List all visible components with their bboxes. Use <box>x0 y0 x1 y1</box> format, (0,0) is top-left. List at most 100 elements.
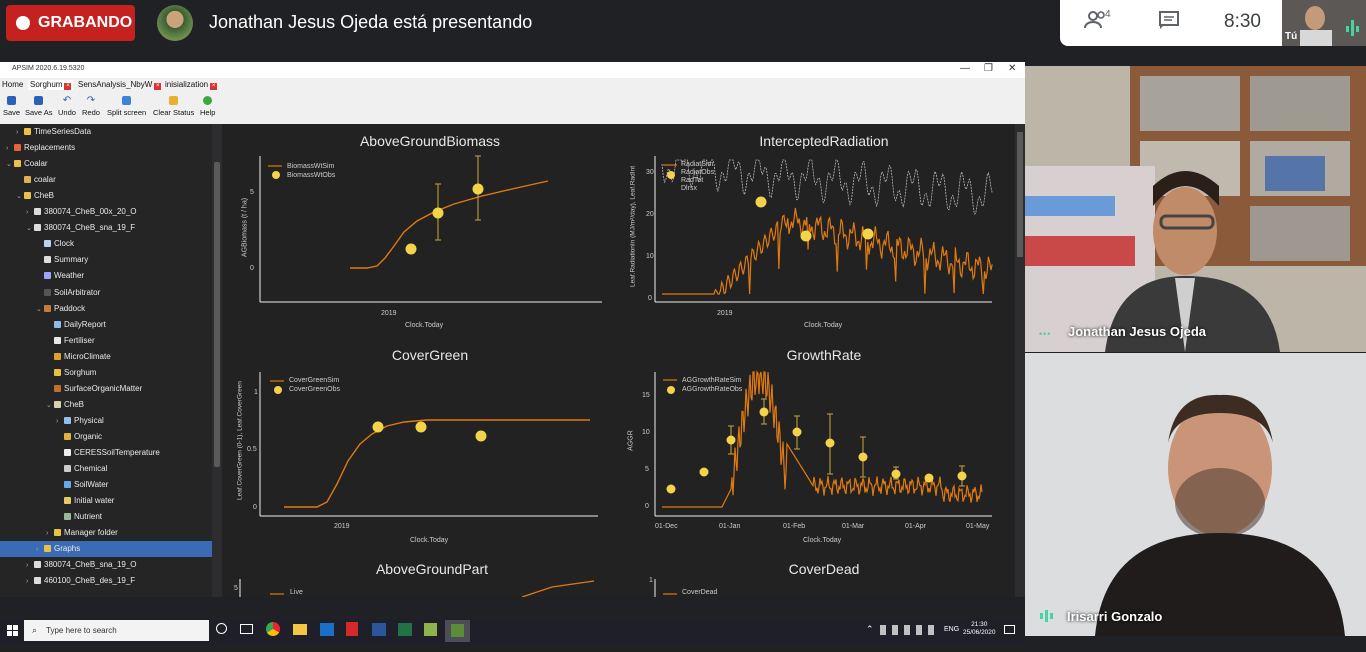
expand-arrow-icon[interactable]: ⌄ <box>36 303 44 317</box>
tree-node[interactable]: Chemical <box>56 462 107 476</box>
ytick-cd: 1 <box>649 577 653 584</box>
ytick-ir-20: 20 <box>646 211 654 218</box>
tree-node[interactable]: DailyReport <box>46 318 106 332</box>
tree-node[interactable]: › Manager folder <box>46 526 118 540</box>
tree-node[interactable]: Nutrient <box>56 510 102 524</box>
help-button[interactable]: Help <box>200 96 215 117</box>
taskbar-search-input[interactable]: Type here to search <box>24 620 209 641</box>
tree-node[interactable]: › Replacements <box>6 141 75 155</box>
tree-node[interactable]: coalar <box>16 173 56 187</box>
tree-node-label: Chemical <box>74 464 108 474</box>
tab-home[interactable]: Home <box>2 80 23 89</box>
more-options-icon[interactable]: ••• <box>1039 329 1051 339</box>
tree-node[interactable]: Initial water <box>56 494 114 508</box>
minimize-button[interactable]: — <box>960 63 970 74</box>
acrobat-icon[interactable] <box>346 622 358 636</box>
tab-sorghum[interactable]: Sorghum × <box>28 80 74 90</box>
tree-node[interactable]: ⌄ Paddock <box>36 302 85 316</box>
tab-sensanalysis[interactable]: SensAnalysis_NbyW × <box>78 80 162 90</box>
expand-arrow-icon[interactable]: › <box>6 142 14 156</box>
node-icon <box>24 176 31 184</box>
expand-arrow-icon[interactable]: › <box>26 559 34 573</box>
task-view-icon[interactable] <box>240 624 253 634</box>
ir-sim-line <box>662 207 993 295</box>
tree-node[interactable]: › 380074_CheB_sna_19_O <box>26 558 137 572</box>
save-as-icon <box>34 96 44 105</box>
tree-node[interactable]: › 380074_CheB_00x_20_O <box>26 205 137 219</box>
graphs-scroll-thumb[interactable] <box>1017 132 1023 257</box>
expand-arrow-icon[interactable]: ⌄ <box>16 190 24 204</box>
save-button[interactable]: Save <box>3 96 20 117</box>
excel-icon[interactable] <box>398 623 412 636</box>
tree-node[interactable]: Clock <box>36 237 74 251</box>
tab-inisialization[interactable]: inisialization × <box>165 80 218 90</box>
notes-icon[interactable] <box>424 623 437 636</box>
close-tab-icon[interactable]: × <box>64 83 72 90</box>
expand-arrow-icon[interactable]: › <box>26 206 34 220</box>
participant-video-2[interactable] <box>1025 353 1366 636</box>
maximize-button[interactable]: ❐ <box>984 63 993 74</box>
language-indicator[interactable]: ENG <box>944 626 959 633</box>
expand-arrow-icon[interactable]: › <box>16 126 24 140</box>
expand-arrow-icon[interactable]: ⌄ <box>6 158 14 172</box>
tree-node[interactable]: SurfaceOrganicMatter <box>46 382 142 396</box>
tray-expand-icon[interactable]: ⌃ <box>866 624 874 635</box>
tray-icons[interactable] <box>880 625 940 635</box>
tree-node[interactable]: ⌄ 380074_CheB_sna_19_F <box>26 221 135 235</box>
participant-video-1[interactable] <box>1025 66 1366 352</box>
cg-sim-line <box>284 419 590 508</box>
chrome-icon[interactable] <box>266 622 280 636</box>
tree-node[interactable]: › TimeSeriesData <box>16 125 91 139</box>
tree-node[interactable]: ⌄ CheB <box>46 398 84 412</box>
clear-status-button[interactable]: Clear Status <box>153 96 194 117</box>
help-icon <box>203 96 213 105</box>
notifications-icon[interactable] <box>1004 625 1015 634</box>
redo-button[interactable]: ↷ Redo <box>82 96 100 118</box>
outlook-icon[interactable] <box>320 623 334 636</box>
split-screen-button[interactable]: Split screen <box>107 96 146 117</box>
tree-scroll-thumb[interactable] <box>214 162 220 467</box>
tree-node[interactable]: ⌄ CheB <box>16 189 54 203</box>
tree-node[interactable]: › Physical <box>56 414 104 428</box>
expand-arrow-icon[interactable]: ⌄ <box>26 222 34 236</box>
tree-node[interactable]: Organic <box>56 430 102 444</box>
apsim-taskbar-button[interactable] <box>445 620 470 642</box>
start-icon[interactable] <box>7 624 19 642</box>
tree-node[interactable]: Weather <box>36 269 84 283</box>
tree-node[interactable]: SoilArbitrator <box>36 286 100 300</box>
close-tab-icon[interactable]: × <box>210 83 218 90</box>
tree-node[interactable]: SoilWater <box>56 478 108 492</box>
tree-node-label: Clock <box>54 239 75 249</box>
tree-node[interactable]: Fertiliser <box>46 334 95 348</box>
taskbar-date: 25/06/2020 <box>963 629 996 636</box>
node-icon <box>54 384 61 392</box>
expand-arrow-icon[interactable]: › <box>36 543 44 557</box>
undo-button[interactable]: ↶ Undo <box>58 96 76 118</box>
node-icon <box>14 160 21 168</box>
expand-arrow-icon[interactable]: ⌄ <box>46 399 54 413</box>
tree-node-label: Physical <box>74 415 104 425</box>
legend-agp: Live <box>290 589 303 596</box>
expand-arrow-icon[interactable]: › <box>56 415 64 429</box>
ylabel-agb: AGBiomass (t / ha) <box>241 197 249 258</box>
tree-node[interactable]: › Graphs <box>36 542 80 556</box>
tree-node[interactable]: ⌄ Coalar <box>6 157 48 171</box>
tree-node[interactable]: Sorghum <box>46 366 96 380</box>
participant-2-name: Irisarri Gonzalo <box>1067 609 1163 624</box>
close-button[interactable]: ✕ <box>1008 63 1016 74</box>
save-as-button[interactable]: Save As <box>25 96 53 117</box>
close-tab-icon[interactable]: × <box>154 83 162 90</box>
expand-arrow-icon[interactable]: › <box>46 527 54 541</box>
expand-arrow-icon[interactable]: › <box>26 575 34 589</box>
cortana-icon[interactable] <box>216 623 227 634</box>
tree-node[interactable]: MicroClimate <box>46 350 111 364</box>
taskbar-clock[interactable]: 21:30 25/06/2020 <box>963 621 996 637</box>
chat-icon[interactable] <box>1158 10 1180 36</box>
file-explorer-icon[interactable] <box>293 624 307 635</box>
apsim-app-icon <box>451 624 464 637</box>
tree-node[interactable]: › 460100_CheB_des_19_F <box>26 574 135 588</box>
tree-node[interactable]: CERESSoilTemperature <box>56 446 160 460</box>
word-icon[interactable] <box>372 623 386 636</box>
node-icon <box>24 128 31 135</box>
tree-node[interactable]: Summary <box>36 253 88 267</box>
